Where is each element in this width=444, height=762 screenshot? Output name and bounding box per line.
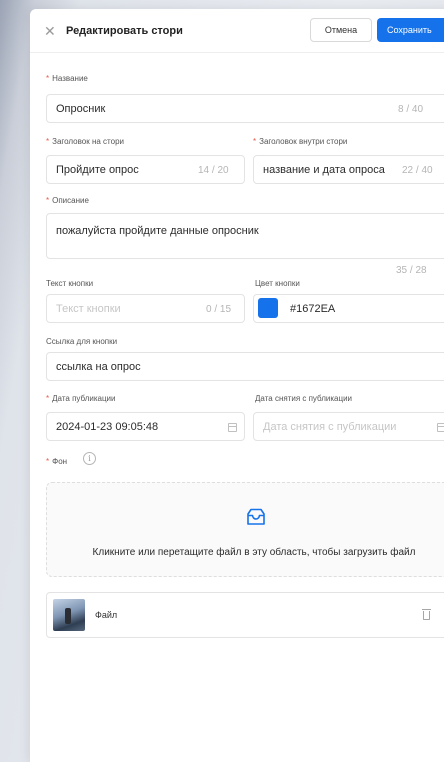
button-color-picker[interactable]: #1672EA	[253, 294, 444, 323]
description-counter: 35 / 28	[396, 265, 427, 276]
publish-date-label: * Дата публикации	[46, 394, 116, 403]
name-input-value: Опросник	[56, 102, 106, 115]
button-link-label: Ссылка для кнопки	[46, 337, 118, 346]
button-color-value: #1672EA	[290, 302, 336, 315]
story-heading-input-value: Пройдите опрос	[56, 163, 139, 176]
description-label: * Описание	[46, 196, 89, 205]
button-text-counter: 0 / 15	[206, 304, 232, 315]
publish-date-value: 2024-01-23 09:05:48	[56, 420, 159, 433]
required-mark: *	[46, 74, 50, 83]
cancel-button[interactable]: Отмена	[310, 18, 372, 42]
edit-story-drawer: ✕ Редактировать стори Отмена Сохранить *…	[30, 9, 444, 762]
unpublish-date-label: Дата снятия с публикации	[255, 394, 353, 403]
drawer-title: Редактировать стори	[66, 24, 183, 37]
calendar-icon[interactable]	[228, 423, 237, 432]
upload-dropzone[interactable]: Кликните или перетащите файл в эту облас…	[46, 482, 444, 577]
inbox-icon	[247, 508, 265, 525]
button-color-label: Цвет кнопки	[255, 279, 300, 288]
info-icon[interactable]: i	[83, 452, 96, 465]
story-heading-counter: 14 / 20	[198, 165, 229, 176]
uploaded-file-item: Файл	[46, 592, 444, 638]
description-textarea[interactable]: пожалуйста пройдите данные опросник	[46, 213, 444, 259]
file-name: Файл	[95, 610, 118, 620]
inner-heading-counter: 22 / 40	[402, 165, 433, 176]
drawer-header: ✕ Редактировать стори Отмена Сохранить	[30, 9, 444, 53]
inner-heading-label: * Заголовок внутри стори	[253, 137, 348, 146]
unpublish-date-placeholder: Дата снятия с публикации	[263, 420, 397, 433]
story-heading-label: * Заголовок на стори	[46, 137, 124, 146]
unpublish-date-picker[interactable]: Дата снятия с публикации	[253, 412, 444, 441]
button-link-input[interactable]: ссылка на опрос	[46, 352, 444, 381]
required-mark: *	[46, 457, 50, 466]
calendar-icon[interactable]	[437, 423, 444, 432]
button-text-label: Текст кнопки	[46, 279, 94, 288]
required-mark: *	[46, 137, 50, 146]
background-label: * Фон	[46, 457, 68, 466]
file-thumbnail[interactable]	[53, 599, 85, 631]
close-icon[interactable]: ✕	[44, 24, 58, 38]
required-mark: *	[46, 394, 50, 403]
name-counter: 8 / 40	[398, 104, 424, 115]
name-input[interactable]: Опросник	[46, 94, 444, 123]
trash-icon[interactable]	[422, 609, 431, 620]
required-mark: *	[46, 196, 50, 205]
description-textarea-value: пожалуйста пройдите данные опросник	[56, 225, 259, 237]
save-button[interactable]: Сохранить	[377, 18, 444, 42]
name-label: * Название	[46, 74, 88, 83]
button-text-placeholder: Текст кнопки	[56, 302, 121, 315]
required-mark: *	[253, 137, 257, 146]
publish-date-picker[interactable]: 2024-01-23 09:05:48	[46, 412, 245, 441]
color-swatch[interactable]	[258, 298, 278, 318]
upload-hint-text: Кликните или перетащите файл в эту облас…	[92, 547, 416, 558]
inner-heading-input-value: название и дата опроса	[263, 163, 385, 176]
button-link-input-value: ссылка на опрос	[56, 360, 141, 373]
